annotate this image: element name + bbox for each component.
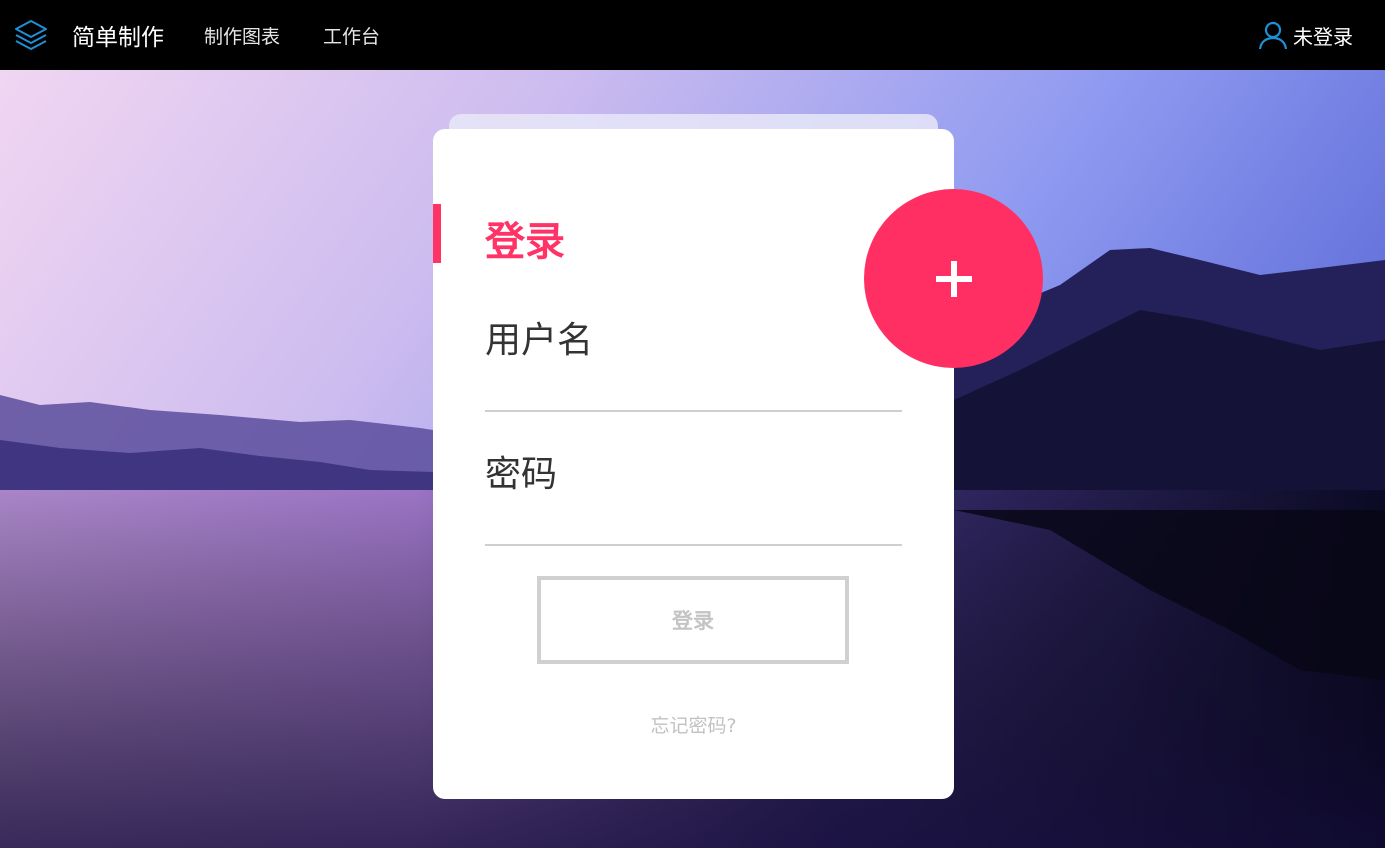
user-status-text: 未登录 bbox=[1293, 24, 1353, 49]
username-label: 用户名 bbox=[485, 320, 594, 361]
password-field: 密码 bbox=[485, 445, 906, 548]
top-navbar: 简单制作 制作图表 工作台 未登录 bbox=[0, 0, 1385, 70]
user-icon bbox=[1257, 19, 1289, 51]
login-title: 登录 bbox=[485, 219, 565, 265]
title-accent-bar bbox=[433, 204, 441, 263]
user-status-menu[interactable]: 未登录 bbox=[1257, 18, 1353, 52]
password-input[interactable] bbox=[485, 501, 906, 543]
nav-link-make-chart[interactable]: 制作图表 bbox=[204, 22, 280, 49]
password-underline bbox=[485, 544, 902, 546]
login-submit-button[interactable]: 登录 bbox=[537, 576, 849, 664]
register-plus-button[interactable] bbox=[864, 189, 1043, 368]
username-input[interactable] bbox=[485, 367, 906, 409]
forgot-password-link[interactable]: 忘记密码? bbox=[433, 711, 954, 738]
password-label: 密码 bbox=[485, 454, 558, 495]
login-card: 登录 用户名 密码 登录 忘记密码? bbox=[433, 129, 954, 799]
username-underline bbox=[485, 410, 902, 412]
brand-name[interactable]: 简单制作 bbox=[72, 18, 164, 52]
plus-icon bbox=[935, 260, 972, 297]
nav-link-workbench[interactable]: 工作台 bbox=[323, 22, 380, 49]
username-field: 用户名 bbox=[485, 309, 906, 412]
layers-icon[interactable] bbox=[13, 17, 49, 53]
